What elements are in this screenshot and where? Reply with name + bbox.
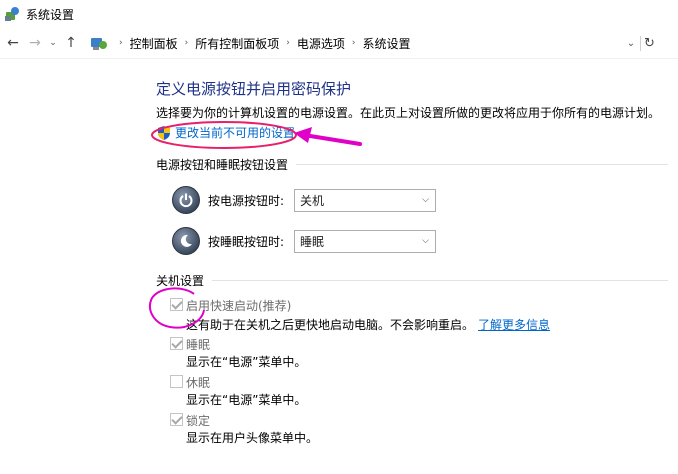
sleep-icon (172, 227, 200, 255)
divider (0, 58, 678, 59)
breadcrumb-separator-icon: › (286, 38, 290, 48)
sleep-option-description: 显示在“电源”菜单中。 (186, 355, 307, 369)
recent-locations-chevron-icon[interactable]: ⌄ (46, 32, 60, 54)
breadcrumb-control-panel[interactable]: 控制面板 (130, 35, 178, 52)
title-bar: 系统设置 (0, 0, 678, 28)
sleep-button-label: 按睡眠按钮时: (208, 234, 285, 249)
hibernate-option-description: 显示在“电源”菜单中。 (186, 393, 307, 407)
chevron-down-icon: ⌵ (422, 236, 429, 246)
page-description: 选择要为你的计算机设置的电源设置。在此页上对设置所做的更改将应用于你所有的电源计… (156, 106, 661, 120)
lock-option-description: 显示在用户头像菜单中。 (186, 431, 319, 445)
address-dropdown-icon[interactable]: ⌄ (622, 38, 640, 49)
lock-option-label: 锁定 (186, 414, 211, 428)
forward-arrow-icon[interactable]: → (24, 32, 46, 54)
page-title: 定义电源按钮并启用密码保护 (156, 80, 352, 98)
power-button-row: 按电源按钮时: 关机 ⌵ (172, 186, 436, 214)
change-settings-link-row: 更改当前不可用的设置 (156, 124, 295, 141)
change-unavailable-settings-link[interactable]: 更改当前不可用的设置 (175, 124, 295, 141)
power-buttons-section-heading: 电源按钮和睡眠按钮设置 (156, 156, 668, 173)
power-button-label: 按电源按钮时: (208, 193, 285, 208)
lock-checkbox[interactable] (170, 413, 183, 426)
back-arrow-icon[interactable]: ← (2, 32, 24, 54)
breadcrumb-all-items[interactable]: 所有控制面板项 (195, 35, 279, 52)
divider (212, 280, 668, 281)
fast-startup-checkbox[interactable] (170, 298, 183, 311)
address-bar[interactable]: › 控制面板 › 所有控制面板项 › 电源选项 › 系统设置 ⌄ ↻ (90, 32, 658, 54)
learn-more-link[interactable]: 了解更多信息 (478, 318, 550, 332)
up-arrow-icon[interactable]: ↑ (60, 32, 82, 54)
sleep-button-row: 按睡眠按钮时: 睡眠 ⌵ (172, 227, 436, 255)
lock-option[interactable]: 锁定 (170, 412, 210, 429)
power-button-select[interactable]: 关机 ⌵ (294, 188, 436, 212)
hibernate-checkbox[interactable] (170, 375, 183, 388)
sleep-checkbox[interactable] (170, 337, 183, 350)
refresh-icon[interactable]: ↻ (640, 35, 658, 51)
sleep-option-label: 睡眠 (186, 338, 211, 352)
uac-shield-icon (158, 125, 170, 140)
fast-startup-option[interactable]: 启用快速启动(推荐) (170, 297, 291, 314)
shutdown-section-heading: 关机设置 (156, 272, 668, 289)
fast-startup-label: 启用快速启动(推荐) (186, 299, 292, 313)
breadcrumb-separator-icon: › (351, 38, 356, 48)
sleep-option[interactable]: 睡眠 (170, 336, 210, 353)
hibernate-option-label: 休眠 (186, 376, 211, 390)
power-icon (172, 186, 200, 214)
chevron-down-icon: ⌵ (422, 195, 429, 205)
breadcrumb-power-options[interactable]: 电源选项 (297, 35, 345, 52)
navigation-bar: ← → ⌄ ↑ › 控制面板 › 所有控制面板项 › 电源选项 › 系统设置 ⌄… (0, 30, 678, 56)
window-title: 系统设置 (26, 7, 75, 22)
control-panel-icon (91, 38, 107, 50)
hibernate-option[interactable]: 休眠 (170, 374, 210, 391)
divider (296, 164, 668, 165)
breadcrumb-separator-icon: › (119, 38, 123, 48)
breadcrumb-separator-icon: › (184, 38, 189, 48)
fast-startup-description: 这有助于在关机之后更快地启动电脑。不会影响重启。 了解更多信息 (186, 318, 551, 332)
breadcrumb-system-settings[interactable]: 系统设置 (362, 35, 410, 52)
power-options-icon (5, 7, 19, 21)
annotation-arrow (294, 127, 362, 146)
sleep-button-select[interactable]: 睡眠 ⌵ (294, 229, 436, 253)
